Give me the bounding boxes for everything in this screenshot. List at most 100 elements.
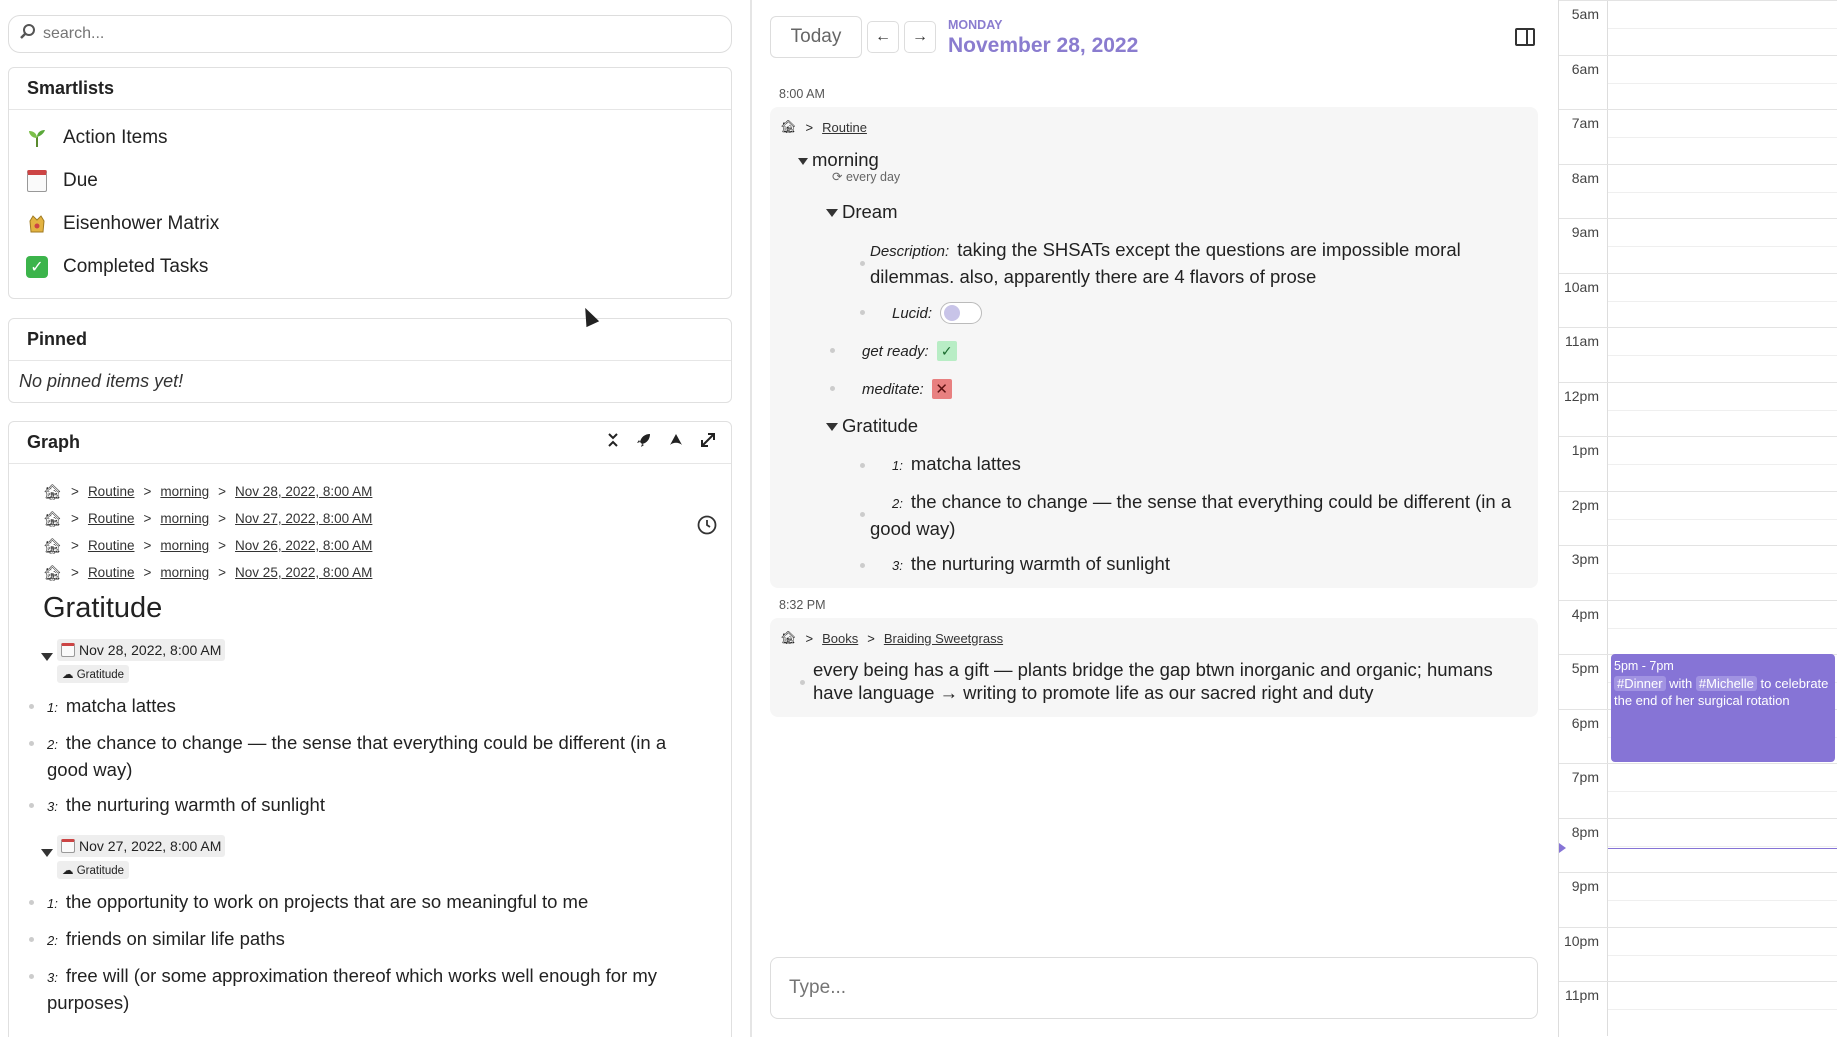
list-item: 3: the nurturing warmth of sunlight xyxy=(9,792,731,819)
breadcrumb-link[interactable]: Routine xyxy=(88,538,135,553)
event-tag[interactable]: #Michelle xyxy=(1695,676,1757,691)
smartlist-completed[interactable]: ✓ Completed Tasks xyxy=(9,245,731,288)
field-label: get ready: xyxy=(862,343,929,360)
card-breadcrumb: 🏚 > Books > Braiding Sweetgrass xyxy=(780,630,1004,646)
collapse-toggle-icon[interactable] xyxy=(826,423,838,432)
hour-row[interactable]: 9pm xyxy=(1559,872,1837,927)
composer-input[interactable] xyxy=(789,977,1489,999)
item-number: 2: xyxy=(47,933,58,948)
current-time-marker-icon xyxy=(1559,843,1566,853)
collapse-toggle-icon[interactable] xyxy=(41,849,53,857)
search-bar[interactable] xyxy=(8,15,732,53)
tag-badge[interactable]: ☁ Gratitude xyxy=(57,861,130,879)
next-day-button[interactable]: → xyxy=(904,21,936,53)
breadcrumb-link[interactable]: Nov 26, 2022, 8:00 AM xyxy=(235,538,372,553)
breadcrumb-link[interactable]: Routine xyxy=(88,565,135,580)
hour-row[interactable]: 3pm xyxy=(1559,545,1837,600)
hour-label: 1pm xyxy=(1559,437,1608,491)
home-icon[interactable]: 🏚 xyxy=(43,564,62,582)
hour-row[interactable]: 7pm xyxy=(1559,763,1837,818)
breadcrumb-link[interactable]: Nov 25, 2022, 8:00 AM xyxy=(235,565,372,580)
composer[interactable] xyxy=(770,957,1538,1019)
smartlist-eisenhower[interactable]: Eisenhower Matrix xyxy=(9,202,731,245)
collapse-toggle-icon[interactable] xyxy=(798,157,808,165)
item-number: 2: xyxy=(892,496,903,511)
home-icon[interactable]: 🏚 xyxy=(780,630,797,646)
checkbox-checked[interactable]: ✓ xyxy=(936,341,957,362)
prev-day-button[interactable]: ← xyxy=(867,21,899,53)
link-icon[interactable] xyxy=(667,431,685,454)
calendar-icon xyxy=(61,643,75,657)
breadcrumb-link[interactable]: Braiding Sweetgrass xyxy=(884,631,1003,646)
calendar-event[interactable]: 5pm - 7pm #Dinner with #Michelle to cele… xyxy=(1611,654,1835,762)
hour-row[interactable]: 2pm xyxy=(1559,490,1837,545)
hour-row[interactable]: 4pm xyxy=(1559,599,1837,654)
home-icon[interactable]: 🏚 xyxy=(780,119,797,135)
rocket-icon[interactable] xyxy=(635,431,653,454)
breadcrumb-link[interactable]: morning xyxy=(160,538,209,553)
history-icon[interactable] xyxy=(696,514,718,541)
dream-node: Dream xyxy=(826,199,898,224)
item-text: free will (or some approximation thereof… xyxy=(47,965,658,1013)
breadcrumb-link[interactable]: Books xyxy=(822,631,858,646)
graph-heading: Gratitude xyxy=(43,592,163,624)
breadcrumb-link[interactable]: morning xyxy=(160,565,209,580)
block-time: 8:00 AM xyxy=(779,87,825,101)
graph-breadcrumb: 🏚 > Routine > morning > Nov 25, 2022, 8:00 … xyxy=(43,564,373,582)
hour-label: 6am xyxy=(1559,55,1608,109)
seedling-icon xyxy=(23,127,51,149)
collapse-toggle-icon[interactable] xyxy=(41,653,53,661)
layout-toggle-icon[interactable] xyxy=(1515,28,1535,46)
hour-row[interactable]: 8pm xyxy=(1559,817,1837,872)
hour-row[interactable]: 10am xyxy=(1559,272,1837,327)
hour-row[interactable]: 5am xyxy=(1559,0,1837,55)
search-input[interactable] xyxy=(43,25,683,43)
breadcrumb-link[interactable]: Routine xyxy=(88,511,135,526)
date-chip[interactable]: Nov 27, 2022, 8:00 AM xyxy=(57,835,226,857)
hour-row[interactable]: 1pm xyxy=(1559,436,1837,491)
tag-label: Gratitude xyxy=(76,865,125,877)
home-icon[interactable]: 🏚 xyxy=(43,483,62,501)
collapse-icon[interactable] xyxy=(605,431,621,454)
breadcrumb-link[interactable]: morning xyxy=(160,511,209,526)
hour-row[interactable]: 10pm xyxy=(1559,926,1837,981)
hour-row[interactable]: 11am xyxy=(1559,327,1837,382)
home-icon[interactable]: 🏚 xyxy=(43,537,62,555)
item-text: the nurturing warmth of sunlight xyxy=(65,794,325,815)
breadcrumb-link[interactable]: Routine xyxy=(822,120,867,135)
list-item: 2: friends on similar life paths xyxy=(9,926,731,953)
hour-row[interactable]: 9am xyxy=(1559,218,1837,273)
smartlist-action-items[interactable]: Action Items xyxy=(9,116,731,159)
hour-row[interactable]: 7am xyxy=(1559,109,1837,164)
breadcrumb-link[interactable]: Routine xyxy=(88,484,135,499)
expand-icon[interactable] xyxy=(699,431,717,454)
breadcrumb-link[interactable]: Nov 27, 2022, 8:00 AM xyxy=(235,511,372,526)
field-label: meditate: xyxy=(862,381,924,398)
item-text: the chance to change — the sense that ev… xyxy=(47,732,667,780)
hour-row[interactable]: 12pm xyxy=(1559,381,1837,436)
collapse-toggle-icon[interactable] xyxy=(826,209,838,218)
hour-row[interactable]: 8am xyxy=(1559,163,1837,218)
lucid-toggle[interactable] xyxy=(940,302,983,325)
smartlist-label: Action Items xyxy=(63,126,168,148)
event-tag[interactable]: #Dinner xyxy=(1614,676,1666,691)
block-time: 8:32 PM xyxy=(779,598,826,612)
graph-header: Graph xyxy=(9,422,731,464)
gratitude-node: Gratitude xyxy=(826,413,918,438)
breadcrumb-link[interactable]: Nov 28, 2022, 8:00 AM xyxy=(235,484,372,499)
item-text: the nurturing warmth of sunlight xyxy=(910,553,1170,574)
hour-row[interactable]: 11pm xyxy=(1559,981,1837,1036)
item-number: 2: xyxy=(47,737,58,752)
smartlist-due[interactable]: Due xyxy=(9,159,731,202)
calendar-column: 5am 6am 7am 8am 9am 10am 11am 12pm 1pm 2… xyxy=(1558,0,1837,1037)
checkbox-failed[interactable]: ✕ xyxy=(931,379,952,400)
graph-breadcrumb: 🏚 > Routine > morning > Nov 27, 2022, 8:00 … xyxy=(43,510,373,528)
list-item: 3: the nurturing warmth of sunlight xyxy=(892,551,1170,578)
today-button[interactable]: Today xyxy=(770,16,862,58)
tag-badge[interactable]: ☁ Gratitude xyxy=(57,665,130,683)
breadcrumb-link[interactable]: morning xyxy=(160,484,209,499)
home-icon[interactable]: 🏚 xyxy=(43,510,62,528)
hour-row[interactable]: 6am xyxy=(1559,54,1837,109)
date-chip[interactable]: Nov 28, 2022, 8:00 AM xyxy=(57,639,226,661)
hour-label: 8pm xyxy=(1559,818,1608,872)
